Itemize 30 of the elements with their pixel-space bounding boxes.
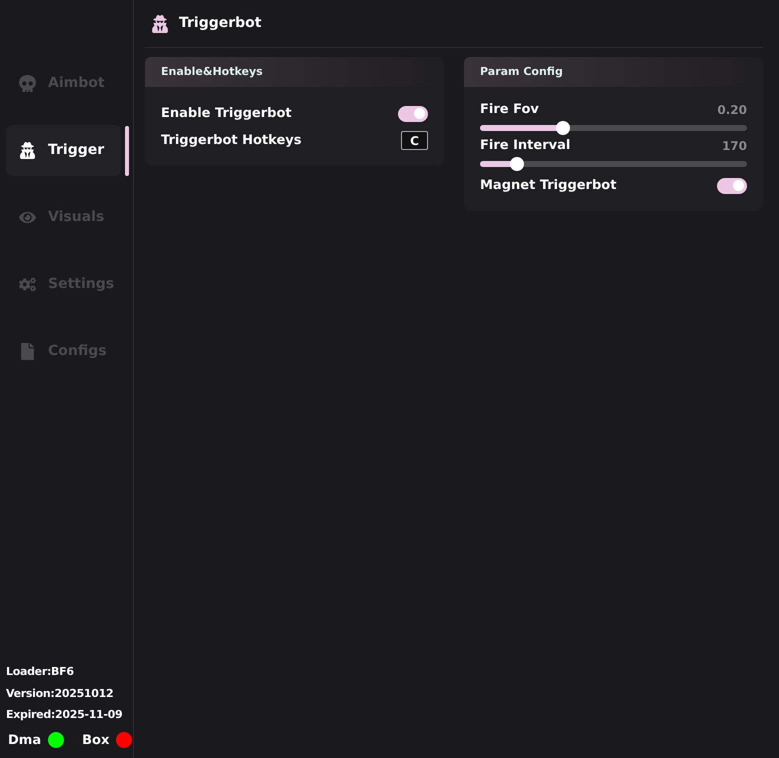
slider-value: 170 bbox=[722, 138, 747, 155]
option-label: Fire Interval bbox=[480, 137, 570, 156]
eye-icon bbox=[19, 209, 36, 226]
info-text: Expired:2025-11-09 bbox=[6, 707, 122, 723]
option-label: Magnet Triggerbot bbox=[480, 176, 616, 195]
gears-icon bbox=[19, 276, 36, 293]
slider-thumb[interactable] bbox=[556, 121, 570, 135]
skull-icon bbox=[19, 75, 36, 92]
status-label: Dma bbox=[8, 732, 42, 750]
file-icon bbox=[19, 343, 36, 360]
slider-track[interactable] bbox=[480, 156, 747, 172]
panel-title: Enable&Hotkeys bbox=[161, 64, 263, 80]
option-label: Triggerbot Hotkeys bbox=[161, 132, 302, 150]
toggle-switch[interactable] bbox=[398, 106, 428, 122]
sidebar-item[interactable]: Trigger bbox=[6, 125, 121, 176]
spy-icon bbox=[19, 142, 36, 159]
spy-icon bbox=[151, 14, 169, 32]
info-text: Version:20251012 bbox=[6, 686, 114, 702]
toggle-switch[interactable] bbox=[717, 178, 747, 194]
status-label: Box bbox=[82, 732, 110, 750]
panel-title: Param Config bbox=[480, 64, 563, 80]
info-text: Loader:BF6 bbox=[6, 664, 74, 680]
page-title: Triggerbot bbox=[179, 14, 262, 33]
slider-track[interactable] bbox=[480, 120, 747, 136]
hotkey-button[interactable]: C bbox=[401, 131, 428, 150]
slider-thumb[interactable] bbox=[510, 157, 524, 171]
option-label: Fire Fov bbox=[480, 101, 539, 120]
active-indicator bbox=[125, 126, 129, 176]
option-label: Enable Triggerbot bbox=[161, 104, 292, 123]
slider-value: 0.20 bbox=[717, 102, 747, 119]
